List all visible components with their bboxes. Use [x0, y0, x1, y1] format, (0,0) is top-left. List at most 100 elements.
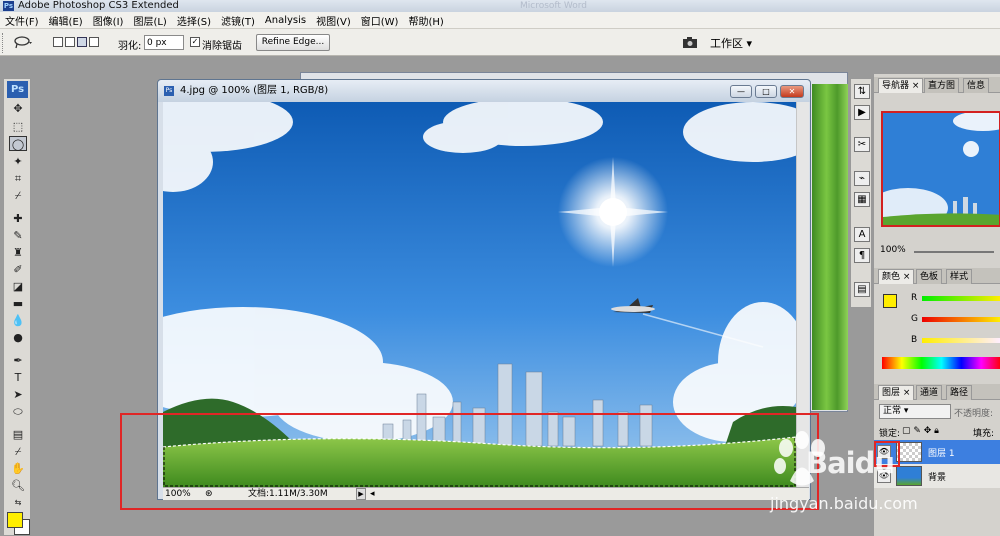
channel-r-slider[interactable]	[922, 296, 1000, 301]
lasso-tool-icon[interactable]	[12, 35, 34, 50]
menu-file[interactable]: 文件(F)	[0, 13, 44, 28]
dock-tools-icon[interactable]: ✂	[854, 137, 870, 152]
watermark-url: jingyan.baidu.com	[770, 494, 918, 513]
color-panel-foreground-swatch[interactable]	[883, 294, 897, 308]
color-spectrum-bar[interactable]	[882, 357, 1000, 369]
new-selection-button[interactable]	[53, 37, 63, 47]
intersect-selection-button[interactable]	[89, 37, 99, 47]
shape-tool-icon[interactable]: ⬭	[9, 404, 27, 419]
brush-tool-icon[interactable]: ✎	[9, 228, 27, 243]
pen-tool-icon[interactable]: ✒	[9, 353, 27, 368]
minimize-button[interactable]: —	[730, 85, 752, 98]
gradient-tool-icon[interactable]: ▬	[9, 296, 27, 311]
notes-tool-icon[interactable]: ▤	[9, 427, 27, 442]
ps-logo: Ps	[7, 81, 28, 98]
app-title-bar: Ps Adobe Photoshop CS3 Extended Microsof…	[0, 0, 1000, 12]
color-tabs: 颜色 × 色板 样式	[874, 268, 1000, 284]
zoom-tool-icon[interactable]: 🔍︎	[9, 478, 27, 493]
feather-input[interactable]	[144, 35, 184, 50]
channel-g-slider[interactable]	[922, 317, 1000, 322]
eraser-icon[interactable]: ◪	[9, 279, 27, 294]
dodge-tool-icon[interactable]: ●	[9, 330, 27, 345]
tab-paths[interactable]: 路径	[946, 385, 973, 400]
maximize-button[interactable]: □	[755, 85, 777, 98]
menu-layer[interactable]: 图层(L)	[128, 13, 171, 28]
tab-swatches[interactable]: 色板	[916, 269, 943, 284]
clone-stamp-icon[interactable]: ♜	[9, 245, 27, 260]
lasso-tool-icon[interactable]: ◯	[9, 136, 27, 151]
menu-view[interactable]: 视图(V)	[311, 13, 356, 28]
options-bar: 羽化: ✓ 消除锯齿 Refine Edge... 工作区 ▾	[0, 29, 1000, 56]
navigator-thumbnail[interactable]	[881, 111, 1000, 227]
channel-b-label: B	[911, 335, 918, 345]
tab-info[interactable]: 信息	[963, 78, 990, 93]
tab-layers[interactable]: 图层 ×	[878, 385, 915, 400]
navigator-zoom-slider[interactable]	[914, 251, 994, 253]
blend-mode-select[interactable]: 正常 ▾	[879, 404, 951, 419]
document-title: 4.jpg @ 100% (图层 1, RGB/8)	[180, 85, 329, 96]
crop-tool-icon[interactable]: ⌗	[9, 171, 27, 186]
antialias-label: 消除锯齿	[202, 41, 242, 52]
tab-navigator[interactable]: 导航器 ×	[878, 78, 924, 93]
dock-clone-icon[interactable]: ▦	[854, 192, 870, 207]
tab-styles[interactable]: 样式	[946, 269, 973, 284]
magic-wand-icon[interactable]: ✦	[9, 154, 27, 169]
menu-window[interactable]: 窗口(W)	[356, 13, 404, 28]
foreground-color-swatch[interactable]	[7, 512, 23, 528]
dock-paragraph-icon[interactable]: ¶	[854, 248, 870, 263]
highlight-box-selection	[120, 413, 819, 510]
toolbox: Ps ✥ ⬚ ◯ ✦ ⌗ ⌿ ✚ ✎ ♜ ✐ ◪ ▬ 💧 ● ✒ T ➤ ⬭ ▤…	[3, 78, 31, 536]
navigator-tabs: 导航器 × 直方图 信息	[874, 77, 1000, 93]
fill-label: 填充:	[973, 429, 995, 439]
channel-b-slider[interactable]	[922, 338, 1000, 343]
close-button[interactable]: ✕	[780, 85, 804, 98]
hand-tool-icon[interactable]: ✋	[9, 461, 27, 476]
app-title: Adobe Photoshop CS3 Extended	[18, 0, 179, 11]
workspace-camera-icon[interactable]	[682, 36, 698, 49]
dock-character-icon[interactable]: A	[854, 227, 870, 242]
options-grip[interactable]	[2, 33, 5, 53]
photoshop-icon: Ps	[3, 1, 14, 11]
eyedropper-2-icon[interactable]: ⌿	[9, 444, 27, 459]
subtract-selection-button[interactable]	[77, 37, 87, 47]
document-ps-icon: Ps	[164, 86, 174, 96]
document-title-bar[interactable]: Ps 4.jpg @ 100% (图层 1, RGB/8) — □ ✕	[158, 80, 810, 102]
blur-tool-icon[interactable]: 💧	[9, 313, 27, 328]
healing-brush-icon[interactable]: ✚	[9, 211, 27, 226]
menu-bar: 文件(F) 编辑(E) 图像(I) 图层(L) 选择(S) 滤镜(T) Anal…	[0, 12, 1000, 29]
layer1-name: 图层 1	[928, 449, 955, 459]
dock-layercomps-icon[interactable]: ▤	[854, 282, 870, 297]
dock-actions-icon[interactable]: ▶	[854, 105, 870, 120]
lock-label: 锁定:	[879, 429, 901, 439]
eyedropper-icon[interactable]: ⌿	[9, 188, 27, 203]
path-select-icon[interactable]: ➤	[9, 387, 27, 402]
dock-brushes-icon[interactable]: ⌁	[854, 171, 870, 186]
workspace-menu-button[interactable]: 工作区 ▾	[710, 35, 752, 51]
history-brush-icon[interactable]: ✐	[9, 262, 27, 277]
add-selection-button[interactable]	[65, 37, 75, 47]
move-tool-icon[interactable]: ✥	[9, 101, 27, 116]
tab-histogram[interactable]: 直方图	[924, 78, 960, 93]
marquee-tool-icon[interactable]: ⬚	[9, 119, 27, 134]
channel-g-label: G	[911, 314, 918, 324]
type-tool-icon[interactable]: T	[9, 370, 27, 385]
lock-options-icon[interactable]: ▢ ✎ ✥ 🔒︎	[902, 426, 939, 436]
opacity-label: 不透明度:	[954, 409, 994, 419]
menu-analysis[interactable]: Analysis	[260, 15, 311, 26]
dock-history-icon[interactable]: ⇅	[854, 84, 870, 99]
navigator-zoom-value[interactable]: 100%	[880, 245, 906, 255]
menu-select[interactable]: 选择(S)	[172, 13, 216, 28]
feather-label: 羽化:	[118, 41, 142, 52]
menu-filter[interactable]: 滤镜(T)	[216, 13, 260, 28]
antialias-checkbox[interactable]: ✓	[190, 37, 200, 47]
refine-edge-button[interactable]: Refine Edge...	[256, 34, 330, 51]
tab-channels[interactable]: 通道	[916, 385, 943, 400]
background-layer-thumbnail	[896, 466, 922, 486]
background-document-grass	[812, 84, 848, 410]
menu-image[interactable]: 图像(I)	[88, 13, 129, 28]
tab-color[interactable]: 颜色 ×	[878, 269, 915, 284]
menu-edit[interactable]: 编辑(E)	[44, 13, 88, 28]
swap-colors-icon[interactable]: ⇆	[9, 495, 27, 510]
watermark-brand: Baidu	[806, 446, 895, 480]
menu-help[interactable]: 帮助(H)	[403, 13, 448, 28]
